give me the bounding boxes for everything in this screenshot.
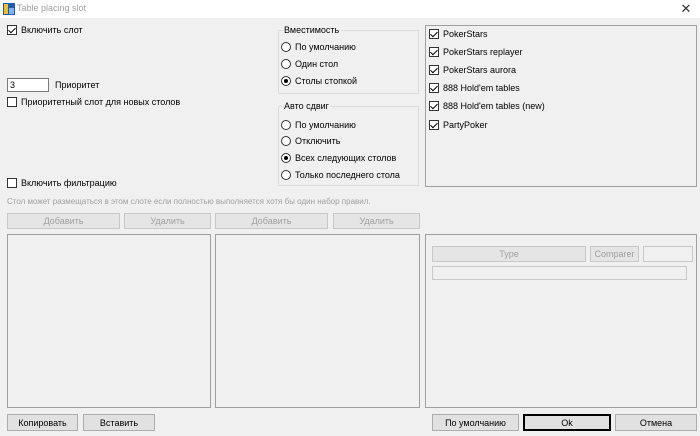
room-label: 888 Hold'em tables bbox=[443, 83, 520, 93]
room-item[interactable]: PokerStars replayer bbox=[429, 47, 523, 57]
enable-filtering-checkbox[interactable]: Включить фильтрацию bbox=[7, 178, 117, 188]
right-add-button[interactable]: Добавить bbox=[215, 213, 328, 229]
priority-label: Приоритет bbox=[55, 80, 100, 90]
capacity-option-label: Один стол bbox=[295, 59, 339, 69]
radio-icon[interactable] bbox=[281, 170, 291, 180]
close-button[interactable]: ✕ bbox=[676, 1, 696, 17]
radio-icon[interactable] bbox=[281, 136, 291, 146]
capacity-title: Вместимость bbox=[282, 25, 342, 35]
auto-shift-title: Авто сдвиг bbox=[282, 101, 331, 111]
room-item[interactable]: 888 Hold'em tables (new) bbox=[429, 101, 545, 111]
comparer-dropdown[interactable]: Comparer bbox=[590, 246, 639, 262]
room-check[interactable] bbox=[429, 29, 439, 39]
type-dropdown[interactable]: Type bbox=[432, 246, 586, 262]
room-label: PokerStars aurora bbox=[443, 65, 517, 75]
room-label: PokerStars replayer bbox=[443, 47, 523, 57]
capacity-option-default[interactable]: По умолчанию bbox=[281, 42, 356, 52]
rules-set-list[interactable] bbox=[7, 234, 211, 408]
app-icon bbox=[3, 3, 15, 15]
enable-slot-checkbox[interactable]: Включить слот bbox=[7, 25, 83, 35]
room-label: PartyPoker bbox=[443, 120, 488, 130]
auto-shift-option-all-next[interactable]: Всех следующих столов bbox=[281, 153, 396, 163]
room-check[interactable] bbox=[429, 120, 439, 130]
room-item[interactable]: PokerStars aurora bbox=[429, 65, 516, 75]
room-item[interactable]: PartyPoker bbox=[429, 120, 488, 130]
right-remove-button[interactable]: Удалить bbox=[333, 213, 420, 229]
room-item[interactable]: 888 Hold'em tables bbox=[429, 83, 520, 93]
room-label: PokerStars bbox=[443, 29, 488, 39]
filtering-hint: Стол может размещаться в этом слоте если… bbox=[7, 197, 371, 206]
priority-new-tables-check[interactable] bbox=[7, 97, 17, 107]
radio-icon[interactable] bbox=[281, 42, 291, 52]
auto-shift-option-default[interactable]: По умолчанию bbox=[281, 120, 356, 130]
left-remove-button[interactable]: Удалить bbox=[124, 213, 211, 229]
left-add-button[interactable]: Добавить bbox=[7, 213, 120, 229]
auto-shift-option-label: Отключить bbox=[295, 136, 341, 146]
room-label: 888 Hold'em tables (new) bbox=[443, 101, 545, 111]
enable-slot-check[interactable] bbox=[7, 25, 17, 35]
copy-button[interactable]: Копировать bbox=[7, 414, 78, 431]
value-field[interactable] bbox=[643, 246, 693, 262]
enable-slot-label: Включить слот bbox=[21, 25, 83, 35]
rules-list[interactable] bbox=[215, 234, 420, 408]
default-button[interactable]: По умолчанию bbox=[432, 414, 519, 431]
auto-shift-option-off[interactable]: Отключить bbox=[281, 136, 341, 146]
title-bar bbox=[0, 0, 700, 18]
capacity-option-stack[interactable]: Столы стопкой bbox=[281, 76, 357, 86]
capacity-option-single[interactable]: Один стол bbox=[281, 59, 338, 69]
radio-icon[interactable] bbox=[281, 153, 291, 163]
capacity-option-label: Столы стопкой bbox=[295, 76, 358, 86]
radio-icon[interactable] bbox=[281, 59, 291, 69]
radio-icon[interactable] bbox=[281, 76, 291, 86]
room-check[interactable] bbox=[429, 47, 439, 57]
ok-button[interactable]: Ok bbox=[523, 414, 611, 431]
priority-new-tables-checkbox[interactable]: Приоритетный слот для новых столов bbox=[7, 97, 180, 107]
enable-filtering-check[interactable] bbox=[7, 178, 17, 188]
paste-button[interactable]: Вставить bbox=[83, 414, 155, 431]
close-icon: ✕ bbox=[680, 1, 692, 16]
auto-shift-option-label: Только последнего стола bbox=[295, 170, 400, 180]
radio-icon[interactable] bbox=[281, 120, 291, 130]
auto-shift-option-label: Всех следующих столов bbox=[295, 153, 397, 163]
window-title: Table placing slot bbox=[17, 3, 87, 13]
room-check[interactable] bbox=[429, 101, 439, 111]
priority-input[interactable]: 3 bbox=[7, 78, 49, 92]
room-item[interactable]: PokerStars bbox=[429, 29, 488, 39]
enable-filtering-label: Включить фильтрацию bbox=[21, 178, 117, 188]
capacity-option-label: По умолчанию bbox=[295, 42, 356, 52]
auto-shift-option-last[interactable]: Только последнего стола bbox=[281, 170, 400, 180]
rule-value-input[interactable] bbox=[432, 266, 687, 280]
room-check[interactable] bbox=[429, 83, 439, 93]
priority-new-tables-label: Приоритетный слот для новых столов bbox=[21, 97, 181, 107]
room-check[interactable] bbox=[429, 65, 439, 75]
cancel-button[interactable]: Отмена bbox=[615, 414, 697, 431]
auto-shift-option-label: По умолчанию bbox=[295, 120, 356, 130]
